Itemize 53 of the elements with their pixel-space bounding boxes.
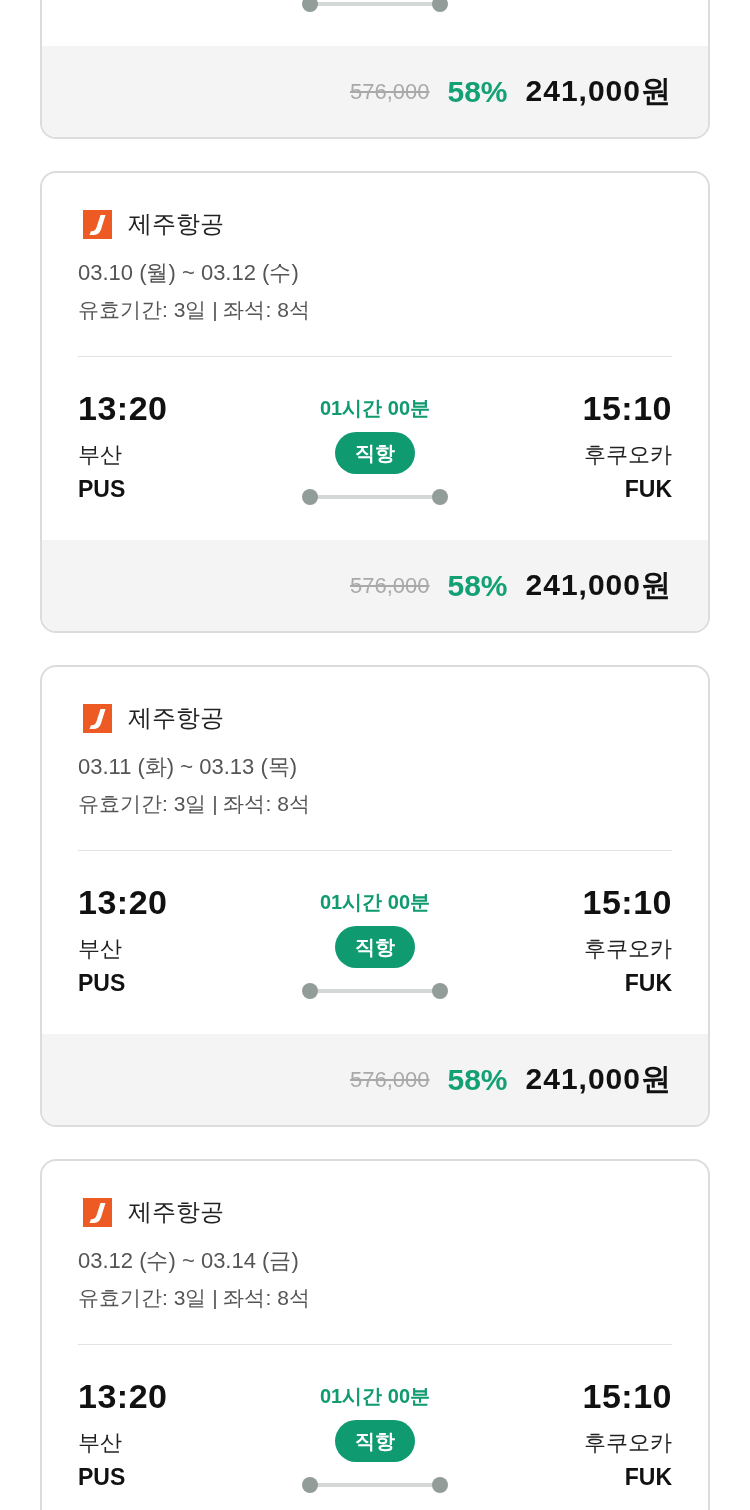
direct-flight-badge: 직항 xyxy=(335,1420,415,1462)
validity-info: 유효기간: 3일 | 좌석: 8석 xyxy=(78,791,310,817)
discount-rate: 58% xyxy=(447,1062,508,1097)
arrival-airport-code: FUK xyxy=(624,1463,672,1492)
sale-price: 241,000원 xyxy=(525,73,672,109)
discount-rate: 58% xyxy=(447,568,508,603)
departure-time: 13:20 xyxy=(78,882,168,922)
arrival-city: 후쿠오카 xyxy=(584,1429,672,1457)
airline-logo-icon xyxy=(83,1197,112,1227)
flight-duration: 01시간 00분 xyxy=(319,396,431,421)
flight-card[interactable]: 576,000 58% 241,000원 xyxy=(40,0,710,139)
flight-duration: 01시간 00분 xyxy=(319,1384,431,1409)
flight-duration: 01시간 00분 xyxy=(319,890,431,915)
flight-route-icon xyxy=(302,983,448,999)
original-price: 576,000 xyxy=(349,1066,430,1093)
departure-city: 부산 xyxy=(78,1429,122,1457)
discount-rate: 58% xyxy=(447,74,508,109)
direct-flight-badge: 직항 xyxy=(335,432,415,474)
travel-dates: 03.12 (수) ~ 03.14 (금) xyxy=(78,1247,299,1275)
arrival-city: 후쿠오카 xyxy=(584,441,672,469)
departure-airport-code: PUS xyxy=(78,969,126,998)
sale-price: 241,000원 xyxy=(525,567,672,603)
travel-dates: 03.10 (월) ~ 03.12 (수) xyxy=(78,259,299,287)
flight-route-icon xyxy=(302,489,448,505)
departure-time: 13:20 xyxy=(78,388,168,428)
departure-time: 13:20 xyxy=(78,1376,168,1416)
airline-name: 제주항공 xyxy=(128,1197,224,1227)
departure-city: 부산 xyxy=(78,935,122,963)
flight-card[interactable]: 제주항공 03.10 (월) ~ 03.12 (수) 유효기간: 3일 | 좌석: 8석 13:20 부산 PUS 01시간 00분 직항 15:10 후쿠오카 FUK 576,000 58% 241,000원 xyxy=(40,171,710,633)
original-price: 576,000 xyxy=(349,572,430,599)
airline-name: 제주항공 xyxy=(128,209,224,239)
arrival-time: 15:10 xyxy=(582,882,672,922)
original-price: 576,000 xyxy=(349,78,430,105)
departure-city: 부산 xyxy=(78,441,122,469)
arrival-time: 15:10 xyxy=(582,1376,672,1416)
departure-airport-code: PUS xyxy=(78,475,126,504)
validity-info: 유효기간: 3일 | 좌석: 8석 xyxy=(78,1285,310,1311)
arrival-city: 후쿠오카 xyxy=(584,935,672,963)
departure-airport-code: PUS xyxy=(78,1463,126,1492)
sale-price: 241,000원 xyxy=(525,1061,672,1097)
validity-info: 유효기간: 3일 | 좌석: 8석 xyxy=(78,297,310,323)
arrival-time: 15:10 xyxy=(582,388,672,428)
flight-card[interactable]: 제주항공 03.11 (화) ~ 03.13 (목) 유효기간: 3일 | 좌석: 8석 13:20 부산 PUS 01시간 00분 직항 15:10 후쿠오카 FUK 576,000 58% 241,000원 xyxy=(40,665,710,1127)
arrival-airport-code: FUK xyxy=(624,475,672,504)
airline-logo-icon xyxy=(83,703,112,733)
arrival-airport-code: FUK xyxy=(624,969,672,998)
flight-route-icon xyxy=(302,1477,448,1493)
flight-route-icon xyxy=(302,0,448,12)
direct-flight-badge: 직항 xyxy=(335,926,415,968)
flight-card[interactable]: 제주항공 03.12 (수) ~ 03.14 (금) 유효기간: 3일 | 좌석: 8석 13:20 부산 PUS 01시간 00분 직항 15:10 후쿠오카 FUK xyxy=(40,1159,710,1510)
airline-logo-icon xyxy=(83,209,112,239)
travel-dates: 03.11 (화) ~ 03.13 (목) xyxy=(78,753,298,781)
airline-name: 제주항공 xyxy=(128,703,224,733)
